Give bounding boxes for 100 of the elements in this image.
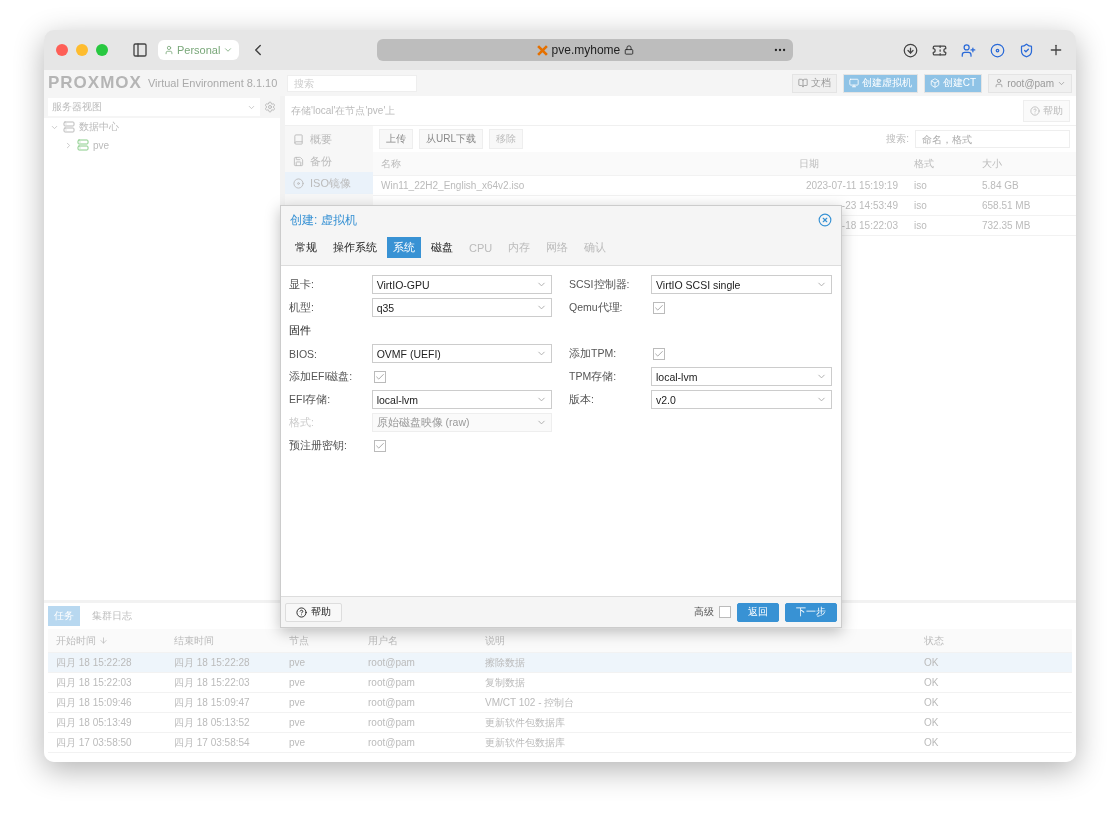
address-bar[interactable]: pve.myhome [377,39,794,61]
sidebar-icon[interactable] [132,42,148,58]
table-cell: 四月 18 15:22:03 [56,676,132,688]
search-label: 搜索: [886,132,909,146]
tab[interactable]: 操作系统 [327,237,383,258]
logo: PROXMOX [48,73,142,93]
help-button[interactable]: 帮助 [285,602,342,622]
table-cell: 四月 18 05:13:49 [56,716,132,728]
select-field[interactable]: q35 [371,298,552,317]
table-cell: 四月 18 15:22:03 [174,676,250,688]
next-button[interactable]: 下一步 [785,602,837,622]
book-icon [293,133,304,145]
field-label: SCSI控制器: [569,277,631,292]
checkbox[interactable] [719,606,731,618]
person-icon [994,78,1005,88]
minimize-button[interactable] [76,44,88,56]
table-cell: pve [289,717,306,728]
header-button[interactable]: 创建虚拟机 [842,73,918,93]
table-cell: OK [924,677,939,688]
table-cell: OK [924,737,939,748]
field-label: 添加TPM: [569,346,618,361]
chevron-down-icon [223,45,234,55]
new-tab-icon[interactable] [1048,42,1064,58]
user-plus-icon[interactable] [961,42,976,58]
sort-icon [99,636,108,645]
field-label: 机型: [289,300,315,315]
field-label: 预注册密钥: [289,438,348,453]
expand-icon[interactable] [64,140,73,150]
section-heading: 固件 [289,323,311,338]
checkbox[interactable] [653,301,665,314]
book-icon [797,78,808,88]
disc-icon[interactable] [990,42,1005,58]
table-cell: 四月 17 03:58:50 [56,736,132,748]
select-field[interactable]: VirtIO-GPU [371,275,552,294]
back-button[interactable]: 返回 [737,602,779,622]
table-cell: 复制数据 [485,676,525,688]
field-label: 显卡: [289,277,315,292]
tab[interactable]: 任务 [48,606,80,626]
column-header[interactable]: 名称 [373,156,791,171]
view-select[interactable]: 服务器视图 [48,98,260,116]
table-cell: iso [914,220,927,231]
dialog-title: 创建: 虚拟机 [290,211,357,229]
cube-icon [929,78,940,88]
field-label: EFI存储: [289,392,332,407]
table-cell: pve [289,737,306,748]
table-cell: 5.84 GB [982,180,1019,191]
person-icon [164,45,174,55]
zoom-button[interactable] [96,44,108,56]
tab[interactable]: 系统 [387,237,421,258]
table-cell: -18 15:22:03 [841,220,898,231]
tree-item[interactable]: pve [93,139,110,151]
nav-item[interactable]: 概要 [285,128,373,150]
field-label: 版本: [569,392,595,407]
ticket-icon[interactable] [932,42,947,58]
table-cell: pve [289,697,306,708]
lock-icon [624,45,635,55]
table-cell: iso [914,180,927,191]
tab[interactable]: 磁盘 [425,237,459,258]
table-cell: Win11_22H2_English_x64v2.iso [381,180,525,191]
select-field[interactable]: local-lvm [371,390,552,409]
checkbox[interactable] [374,439,386,452]
header-button[interactable]: 文档 [791,73,837,93]
settings-icon[interactable] [264,101,276,113]
toolbar-button[interactable]: 上传 [379,129,413,149]
header-button[interactable]: 创建CT [923,73,983,93]
table-cell: pve [289,657,306,668]
select-field[interactable]: v2.0 [651,390,832,409]
select-field[interactable]: VirtIO SCSI single [651,275,832,294]
table-cell: OK [924,697,939,708]
table-cell: iso [914,200,927,211]
table-cell: root@pam [368,737,415,748]
proxmox-icon [536,44,548,56]
download-icon[interactable] [903,42,918,58]
user-menu[interactable]: root@pam [988,73,1072,93]
table-cell: 四月 18 15:09:47 [174,696,250,708]
help-icon [1030,105,1040,116]
help-icon [296,606,307,618]
toolbar-button[interactable]: 从URL下载 [419,129,483,149]
select-field[interactable]: local-lvm [651,367,832,386]
field-label: 添加EFI磁盘: [289,369,354,384]
table-cell: VM/CT 102 - 控制台 [485,696,575,708]
search-field[interactable]: 命名，格式 [915,130,1070,148]
tree-item[interactable]: 数据中心 [79,120,119,134]
profile-button[interactable]: Personal [158,40,240,60]
table-cell: pve [289,677,306,688]
close-button[interactable] [56,44,68,56]
table-cell: root@pam [368,677,415,688]
table-cell: 四月 18 05:13:52 [174,716,250,728]
checkbox[interactable] [374,370,386,383]
table-cell: root@pam [368,717,415,728]
close-icon[interactable] [818,213,832,227]
tab[interactable]: 常规 [289,237,323,258]
nav-item[interactable]: ISO镜像 [285,172,373,194]
panel-title: 存储'local'在节点'pve'上 [291,103,396,118]
field-label: TPM存储: [569,369,618,384]
checkbox[interactable] [653,347,665,360]
shield-icon[interactable] [1019,42,1034,58]
select-field[interactable]: OVMF (UEFI) [371,344,552,363]
table-cell: 四月 17 03:58:54 [174,736,250,748]
server-icon [63,121,75,133]
